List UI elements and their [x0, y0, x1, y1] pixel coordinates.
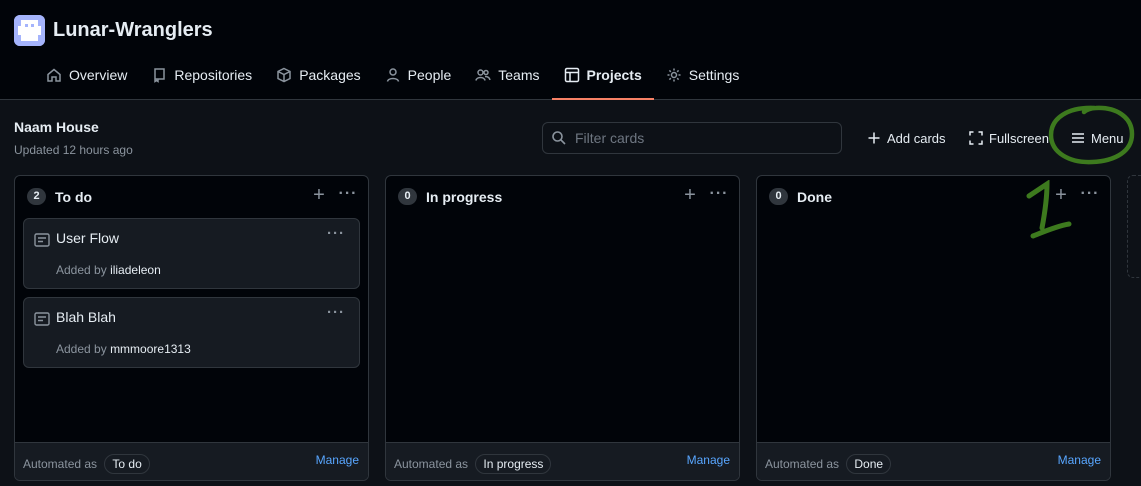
- org-name[interactable]: Lunar-Wranglers: [53, 19, 213, 42]
- automated-as-text: Automated as Done: [765, 454, 892, 474]
- automation-badge: To do: [104, 454, 150, 474]
- project-updated: Updated 12 hours ago: [14, 143, 133, 157]
- column-in-progress: 0 In progress + ··· Automated as In prog…: [385, 175, 740, 481]
- automation-badge: In progress: [475, 454, 552, 474]
- tab-label: Projects: [586, 67, 642, 83]
- add-card-button[interactable]: +: [683, 185, 697, 205]
- automated-as-text: Automated as In progress: [394, 454, 552, 474]
- column-title: Done: [797, 189, 832, 205]
- table-icon: [564, 67, 579, 83]
- org-nav: Overview Repositories Packages People Te…: [34, 58, 751, 100]
- automated-as-label: Automated as: [765, 457, 840, 471]
- card-more-button[interactable]: ···: [327, 225, 345, 242]
- tab-repositories[interactable]: Repositories: [139, 58, 264, 92]
- card-more-button[interactable]: ···: [327, 304, 345, 321]
- tab-settings[interactable]: Settings: [654, 58, 752, 92]
- automated-as-label: Automated as: [394, 457, 469, 471]
- card-title: User Flow: [56, 230, 120, 246]
- column-count-badge: 2: [27, 188, 46, 205]
- search-icon: [552, 131, 566, 145]
- manage-link[interactable]: Manage: [316, 453, 359, 467]
- gear-icon: [667, 68, 681, 82]
- automated-as-label: Automated as: [23, 457, 98, 471]
- add-cards-button[interactable]: Add cards: [867, 128, 946, 148]
- column-more-button[interactable]: ···: [709, 185, 729, 203]
- fullscreen-icon: [969, 131, 983, 145]
- column-footer: Automated as In progress Manage: [386, 442, 739, 480]
- column-more-button[interactable]: ···: [338, 185, 358, 203]
- note-icon: [34, 233, 50, 247]
- add-card-button[interactable]: +: [312, 185, 326, 205]
- tab-projects[interactable]: Projects: [551, 58, 655, 100]
- person-icon: [386, 68, 399, 82]
- column-footer: Automated as To do Manage: [15, 442, 368, 480]
- org-avatar[interactable]: [14, 15, 45, 46]
- annotation-number: [1026, 180, 1072, 239]
- tab-label: Teams: [498, 67, 540, 83]
- tab-label: Settings: [688, 67, 740, 83]
- fullscreen-label: Fullscreen: [989, 130, 1049, 146]
- tab-label: Overview: [69, 67, 128, 83]
- added-by-label: Added by: [56, 263, 107, 277]
- tab-teams[interactable]: Teams: [463, 58, 551, 92]
- project-title: Naam House: [14, 119, 99, 135]
- added-by-label: Added by: [56, 342, 107, 356]
- filter-cards-input[interactable]: [575, 130, 825, 146]
- manage-link[interactable]: Manage: [687, 453, 730, 467]
- column-title: To do: [55, 189, 93, 205]
- home-icon: [47, 68, 61, 82]
- column-footer: Automated as Done Manage: [757, 442, 1110, 480]
- repo-icon: [154, 68, 166, 83]
- card-title: Blah Blah: [56, 309, 116, 325]
- filter-cards-field[interactable]: [542, 122, 842, 154]
- tab-overview[interactable]: Overview: [34, 58, 139, 92]
- automated-as-text: Automated as To do: [23, 454, 150, 474]
- card[interactable]: Blah Blah ··· Added by mmmoore1313: [23, 297, 360, 368]
- column-title: In progress: [426, 189, 503, 205]
- fullscreen-button[interactable]: Fullscreen: [969, 128, 1049, 148]
- column-header: 0 In progress + ···: [386, 176, 739, 216]
- card-author-link[interactable]: mmmoore1313: [110, 342, 191, 356]
- note-icon: [34, 312, 50, 326]
- column-header: 2 To do + ···: [15, 176, 368, 216]
- card-meta: Added by mmmoore1313: [56, 342, 191, 356]
- column-count-badge: 0: [398, 188, 417, 205]
- column-count-badge: 0: [769, 188, 788, 205]
- column-more-button[interactable]: ···: [1080, 185, 1100, 203]
- tab-label: Packages: [299, 67, 361, 83]
- plus-icon: [868, 132, 880, 144]
- org-header: Lunar-Wranglers Overview Repositories Pa…: [0, 0, 1141, 100]
- add-column-placeholder[interactable]: [1127, 175, 1141, 278]
- column-to-do: 2 To do + ··· User Flow ··· Added by ili…: [14, 175, 369, 481]
- tab-label: People: [407, 67, 452, 83]
- tab-label: Repositories: [174, 67, 253, 83]
- annotation-circle: [1048, 105, 1135, 165]
- card-meta: Added by iliadeleon: [56, 263, 161, 277]
- tab-people[interactable]: People: [373, 58, 464, 92]
- card-author-link[interactable]: iliadeleon: [110, 263, 161, 277]
- manage-link[interactable]: Manage: [1058, 453, 1101, 467]
- people-icon: [475, 69, 492, 81]
- tab-packages[interactable]: Packages: [264, 58, 372, 92]
- package-icon: [277, 67, 291, 83]
- automation-badge: Done: [846, 454, 892, 474]
- add-cards-label: Add cards: [887, 130, 946, 146]
- card[interactable]: User Flow ··· Added by iliadeleon: [23, 218, 360, 289]
